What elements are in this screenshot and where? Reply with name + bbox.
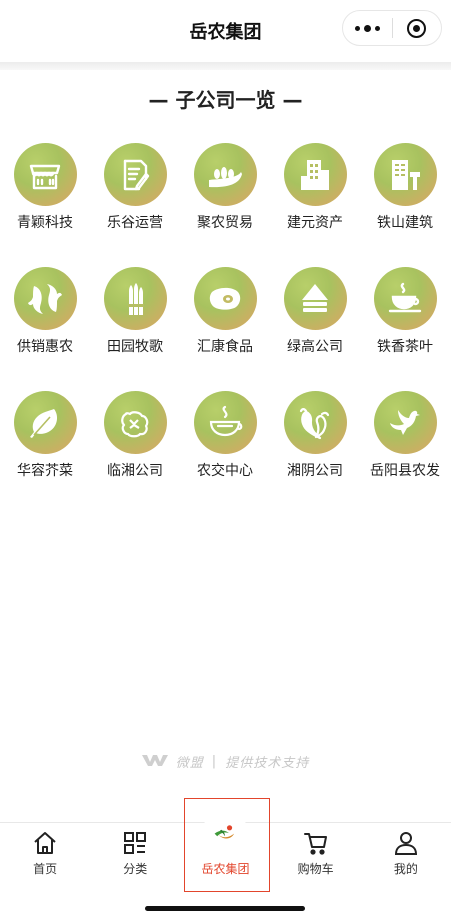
company-label: 聚农贸易 [197,215,253,231]
tab-cart[interactable]: 购物车 [271,823,361,892]
company-label: 湘阴公司 [287,463,343,479]
company-label: 青颖科技 [17,215,73,231]
company-label: 建元资产 [287,215,343,231]
company-item[interactable]: 铁山建筑 [360,143,450,267]
company-label: 绿高公司 [287,339,343,355]
more-dot-icon [375,25,380,31]
company-item[interactable]: 供销惠农 [0,267,90,391]
company-label: 供销惠农 [17,339,73,355]
company-label: 临湘公司 [107,463,163,479]
tea-cup-icon [373,267,437,330]
construction-icon [373,143,437,206]
company-item[interactable]: 田园牧歌 [90,267,180,391]
company-item[interactable]: 青颖科技 [0,143,90,267]
building-icon [283,143,347,206]
dove-icon [373,391,437,454]
tab-label: 我的 [393,862,418,876]
crop-bowl-icon [193,143,257,206]
header-divider [0,62,451,70]
company-label: 乐谷运营 [107,215,163,231]
steaming-bowl-icon [193,391,257,454]
asparagus-icon [103,267,167,330]
company-item[interactable]: 湘阴公司 [270,391,360,515]
tab-profile[interactable]: 我的 [361,823,451,892]
target-icon [407,18,427,38]
brand-logo-icon [202,810,249,856]
section-title: — 子公司一览 — [148,88,303,112]
tab-group[interactable]: 岳农集团 [180,810,270,892]
more-dot-icon [355,25,360,31]
company-label: 岳阳县农发 [370,463,440,479]
support-divider: | [211,754,218,769]
company-item[interactable]: 农交中心 [180,391,270,515]
close-miniprogram-button[interactable] [393,11,441,45]
company-item[interactable]: 绿高公司 [270,267,360,391]
company-item[interactable]: 聚农贸易 [180,143,270,267]
home-icon [34,832,56,854]
company-label: 汇康食品 [197,339,253,355]
cart-icon [303,833,327,855]
bottom-tab-bar: 首页 分类 岳农集团 购物车 我的 [0,810,451,892]
company-item[interactable]: 建元资产 [270,143,360,267]
tab-label: 分类 [123,862,148,876]
user-icon [394,832,417,855]
top-bar: 岳农集团 [0,0,451,62]
leaf-icon [13,391,77,454]
grid-row: 青颖科技 乐谷运营 聚农贸易 建元资产 铁山建筑 [0,143,451,267]
tech-support-footer: 微盟 | 提供技术支持 [0,752,451,771]
company-label: 铁山建筑 [377,215,433,231]
grid-row: 供销惠农 田园牧歌 汇康食品 绿高公司 铁香茶叶 [0,267,451,391]
company-item[interactable]: 华容芥菜 [0,391,90,515]
home-indicator [145,906,305,911]
subsidiary-grid: 青颖科技 乐谷运营 聚农贸易 建元资产 铁山建筑 供销惠农 田园牧歌 汇康食品 … [0,143,451,515]
company-item[interactable]: 汇康食品 [180,267,270,391]
peppers-icon [283,391,347,454]
vegetable-icon [103,391,167,454]
grid-row: 华容芥菜 临湘公司 农交中心 湘阴公司 岳阳县农发 [0,391,451,515]
support-brand: 微盟 [175,756,204,771]
storefront-icon [13,143,77,206]
company-label: 铁香茶叶 [377,339,433,355]
company-item[interactable]: 铁香茶叶 [360,267,450,391]
company-item[interactable]: 临湘公司 [90,391,180,515]
layers-icon [283,267,347,330]
weimob-logo-icon [141,753,168,771]
tab-label: 首页 [33,862,58,876]
more-options-button[interactable] [343,11,392,45]
page: 岳农集团 — 子公司一览 — 青颖科技 乐谷运营 聚农贸易 建元资产 铁山建筑 … [0,0,451,923]
company-label: 农交中心 [197,463,253,479]
category-grid-icon [124,832,147,854]
company-item[interactable]: 岳阳县农发 [360,391,450,515]
document-edit-icon [103,143,167,206]
miniprogram-capsule [342,10,442,46]
company-item[interactable]: 乐谷运营 [90,143,180,267]
meat-icon [193,267,257,330]
tab-label: 岳农集团 [201,862,250,876]
support-text: 提供技术支持 [225,756,310,771]
tab-home[interactable]: 首页 [0,823,90,892]
tab-category[interactable]: 分类 [90,823,180,892]
company-label: 田园牧歌 [107,339,163,355]
tab-label: 购物车 [297,862,334,876]
company-label: 华容芥菜 [17,463,73,479]
fish-icon [13,267,77,330]
more-dot-icon [364,24,371,32]
